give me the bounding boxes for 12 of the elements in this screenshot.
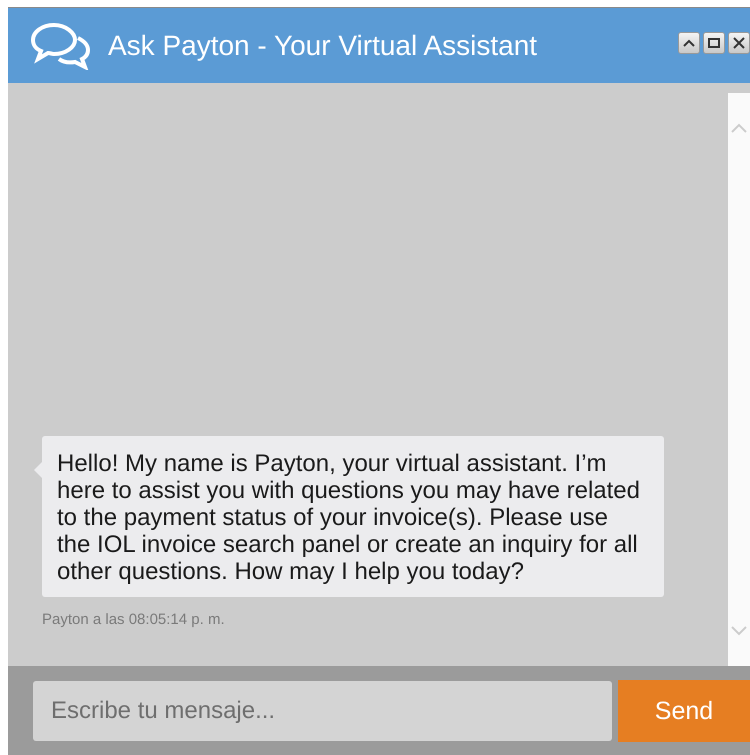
caret-up-icon <box>683 39 695 47</box>
close-button[interactable] <box>728 32 750 54</box>
maximize-icon <box>708 38 720 48</box>
collapse-button[interactable] <box>678 32 700 54</box>
message-text: Hello! My name is Payton, your virtual assistant. I’m here to assist you with questions you may have related to the payment status of your invoice(s). Please use the IOL invoice search panel or create an inquiry for all other questions. How may I help you today? <box>57 450 640 585</box>
window-title: Ask Payton - Your Virtual Assistant <box>108 30 538 62</box>
message-input[interactable]: Escribe tu mensaje... <box>33 681 612 741</box>
maximize-button[interactable] <box>703 32 725 54</box>
chat-bubbles-icon <box>30 22 92 70</box>
send-button[interactable]: Send <box>618 680 750 742</box>
close-icon <box>733 37 745 49</box>
message-timestamp: Payton a las 08:05:14 p. m. <box>42 611 226 628</box>
